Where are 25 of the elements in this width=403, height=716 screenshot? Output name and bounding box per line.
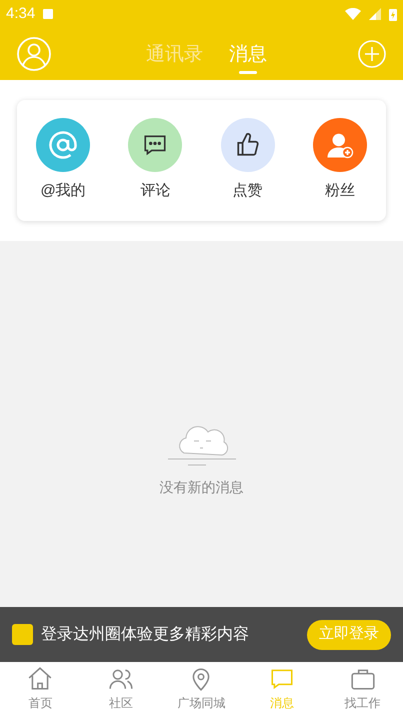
- category-item[interactable]: 评论: [109, 118, 202, 203]
- app-logo-icon: [12, 624, 33, 645]
- category-item[interactable]: 点赞: [202, 118, 294, 203]
- category-label: @我的: [40, 181, 86, 202]
- house-icon: [27, 666, 54, 692]
- nav-tab[interactable]: 广场同城: [161, 662, 242, 716]
- signal-icon: [369, 8, 381, 20]
- status-time: 4:34: [6, 4, 36, 24]
- nav-tab[interactable]: 社区: [80, 662, 162, 716]
- add-icon[interactable]: [358, 40, 386, 68]
- category-item[interactable]: 粉丝: [294, 118, 386, 203]
- notification-icon: [43, 9, 54, 19]
- at-sign-icon: [48, 130, 78, 160]
- wifi-icon: [345, 8, 361, 20]
- category-label: 粉丝: [324, 181, 355, 202]
- category-label: 点赞: [232, 181, 263, 202]
- profile-icon[interactable]: [17, 37, 51, 71]
- empty-message: 没有新的消息: [160, 478, 244, 497]
- nav-tab[interactable]: 首页: [0, 662, 81, 716]
- nav-tab[interactable]: 找工作: [322, 662, 403, 716]
- category-item[interactable]: @我的: [17, 118, 110, 203]
- category-label: 评论: [140, 181, 170, 202]
- thumbs-up-icon: [234, 132, 261, 158]
- login-prompt: 登录达州圈体验更多精彩内容: [41, 624, 250, 644]
- battery-icon: [389, 8, 397, 20]
